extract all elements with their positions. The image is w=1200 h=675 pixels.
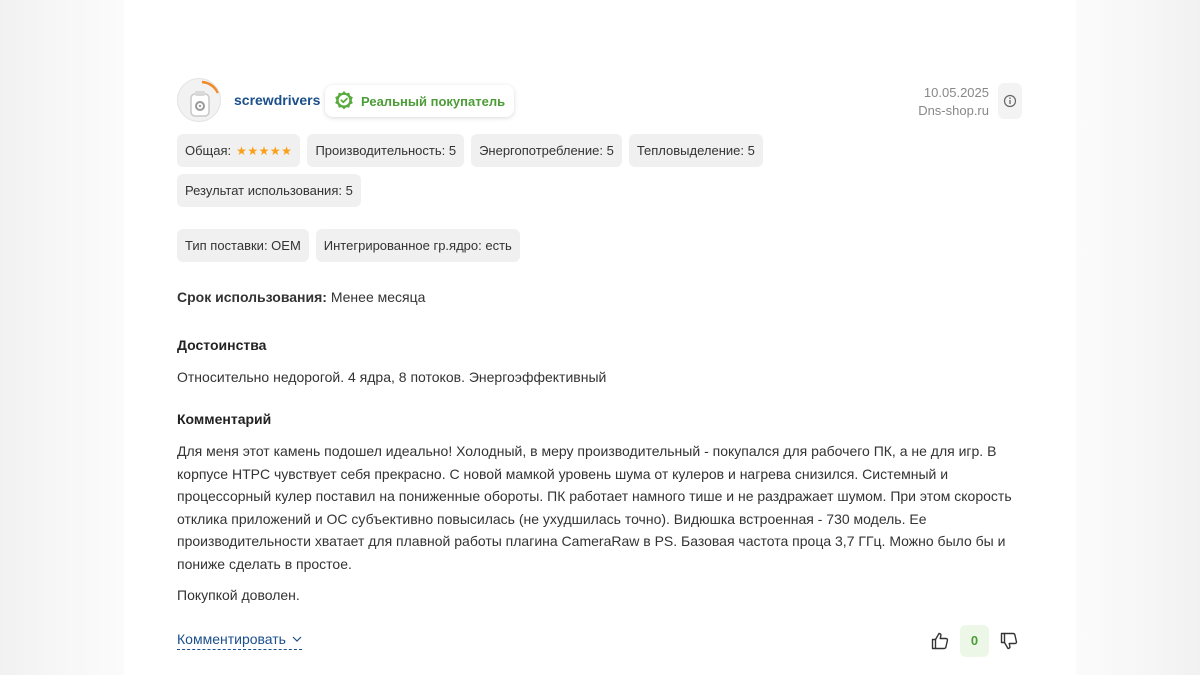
real-buyer-badge: Реальный покупатель [325,85,515,117]
review: screwdrivers Реальный покупатель 10.05.2… [177,78,1022,657]
rating-stars: ★★★★★ [236,143,293,158]
info-button[interactable] [998,83,1022,119]
comment-text: Для меня этот камень подошел идеально! Х… [177,443,1012,572]
avatar-icon[interactable] [177,78,221,122]
rating-chip-overall: Общая: ★★★★★ [177,134,301,167]
spec-chip-delivery: Тип поставки: OEM [177,229,309,262]
author-name[interactable]: screwdrivers [234,92,320,108]
verified-check-icon [335,91,353,110]
advantages-text: Относительно недорогой. 4 ядра, 8 потоко… [177,369,607,385]
usage-value: Менее месяца [330,289,426,305]
review-source: Dns-shop.ru [918,103,989,118]
rating-chip-performance: Производительность: 5 [307,134,465,167]
rating-chip-result: Результат использования: 5 [177,174,361,207]
review-date: 10.05.2025 [923,85,989,100]
dislike-button[interactable] [996,625,1022,657]
review-meta: 10.05.2025 Dns-shop.ru [918,84,989,120]
info-icon [1003,94,1017,108]
rating-label: Общая: [185,143,232,158]
usage-label: Срок использования: [177,289,327,305]
advantages-title: Достоинства [177,337,267,353]
rating-chip-power: Энергопотребление: 5 [471,134,622,167]
review-header: screwdrivers Реальный покупатель 10.05.2… [177,78,1022,128]
spec-chip-igpu: Интегрированное гр.ядро: есть [315,229,520,262]
votes: 0 [927,624,1022,657]
thumb-up-icon [931,632,949,649]
comment-text-2: Покупкой доволен. [177,586,300,603]
ratings-list: Общая: ★★★★★ Производительность: 5 Энерг… [177,134,937,207]
comment-button[interactable]: Комментировать [177,631,302,650]
review-card: screwdrivers Реальный покупатель 10.05.2… [124,0,1076,675]
review-footer: Комментировать 0 [177,624,1022,657]
badge-label: Реальный покупатель [361,93,506,109]
rating-chip-heat: Тепловыделение: 5 [628,134,763,167]
comment-title: Комментарий [177,411,272,427]
vote-count: 0 [960,624,989,657]
chevron-down-icon [292,636,302,642]
specs-list: Тип поставки: OEM Интегрированное гр.ядр… [177,229,937,262]
thumb-down-icon [1000,632,1018,649]
comment-button-label: Комментировать [177,630,286,647]
like-button[interactable] [927,625,953,657]
usage-period: Срок использования: Менее месяца [177,287,1022,307]
